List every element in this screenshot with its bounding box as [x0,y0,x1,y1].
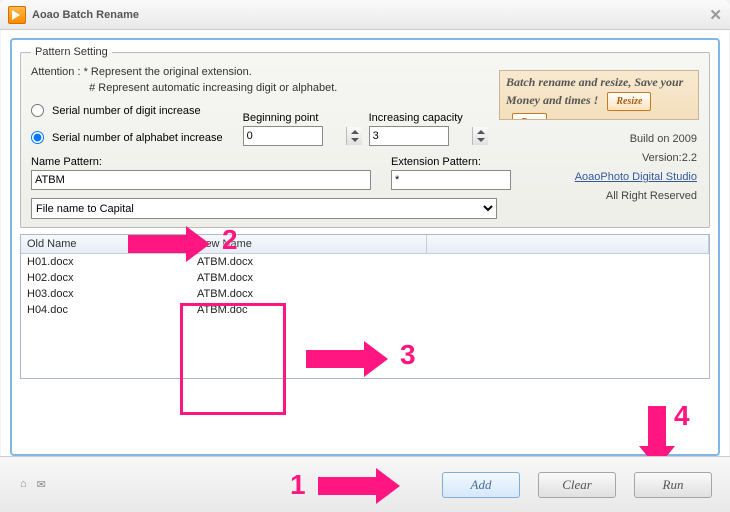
increasing-capacity-input[interactable] [369,126,449,146]
footer-bar: ⌂ ✉ Add Clear Run 1 [0,456,730,512]
table-row[interactable]: H03.docxATBM.docx [21,286,709,302]
beginning-point-input[interactable] [243,126,323,146]
rename-preview-table: Old Name New Name H01.docxATBM.docx H02.… [20,234,710,379]
table-row[interactable]: H02.docxATBM.docx [21,270,709,286]
home-icon[interactable]: ⌂ [20,478,27,491]
annotation-arrow-1 [318,477,376,495]
meta-info: Build on 2009 Version:2.2 AoaoPhoto Digi… [507,130,697,206]
table-row[interactable]: H01.docxATBM.docx [21,254,709,271]
beginning-point-label: Beginning point [243,112,363,124]
extension-pattern-label: Extension Pattern: [391,156,511,168]
add-button[interactable]: Add [442,472,520,498]
name-pattern-label: Name Pattern: [31,156,371,168]
studio-link[interactable]: AoaoPhoto Digital Studio [575,171,697,183]
window-title: Aoao Batch Rename [32,9,139,21]
col-new-name[interactable]: New Name [191,235,426,254]
titlebar: Aoao Batch Rename ✕ [0,0,730,30]
mail-icon[interactable]: ✉ [37,478,46,491]
radio-alpha-label: Serial number of alphabet increase [52,132,223,144]
col-old-name[interactable]: Old Name [21,235,191,254]
radio-digit-increase[interactable] [31,104,44,117]
extension-pattern-input[interactable] [391,170,511,190]
promo-banner: Batch rename and resize, Save your Money… [499,70,699,120]
pattern-setting-group: Pattern Setting Attention : * Represent … [20,46,710,228]
clear-button[interactable]: Clear [538,472,616,498]
annotation-num-1: 1 [290,469,306,501]
radio-digit-label: Serial number of digit increase [52,105,201,117]
run-button[interactable]: Run [634,472,712,498]
close-icon[interactable]: ✕ [709,6,722,24]
radio-alpha-increase[interactable] [31,131,44,144]
name-pattern-input[interactable] [31,170,371,190]
promo-resize-button[interactable]: Resize [607,92,651,111]
app-icon [8,6,26,24]
pattern-legend: Pattern Setting [31,46,112,58]
table-row[interactable]: H04.docATBM.doc [21,302,709,318]
filename-case-select[interactable]: File name to Capital [31,198,497,219]
increasing-capacity-label: Increasing capacity [369,112,489,124]
spinner-arrows-icon[interactable] [346,127,362,145]
col-spare[interactable] [426,235,709,254]
promo-rename-button[interactable]: Ren [512,113,547,120]
spinner-arrows-icon[interactable] [472,127,488,145]
